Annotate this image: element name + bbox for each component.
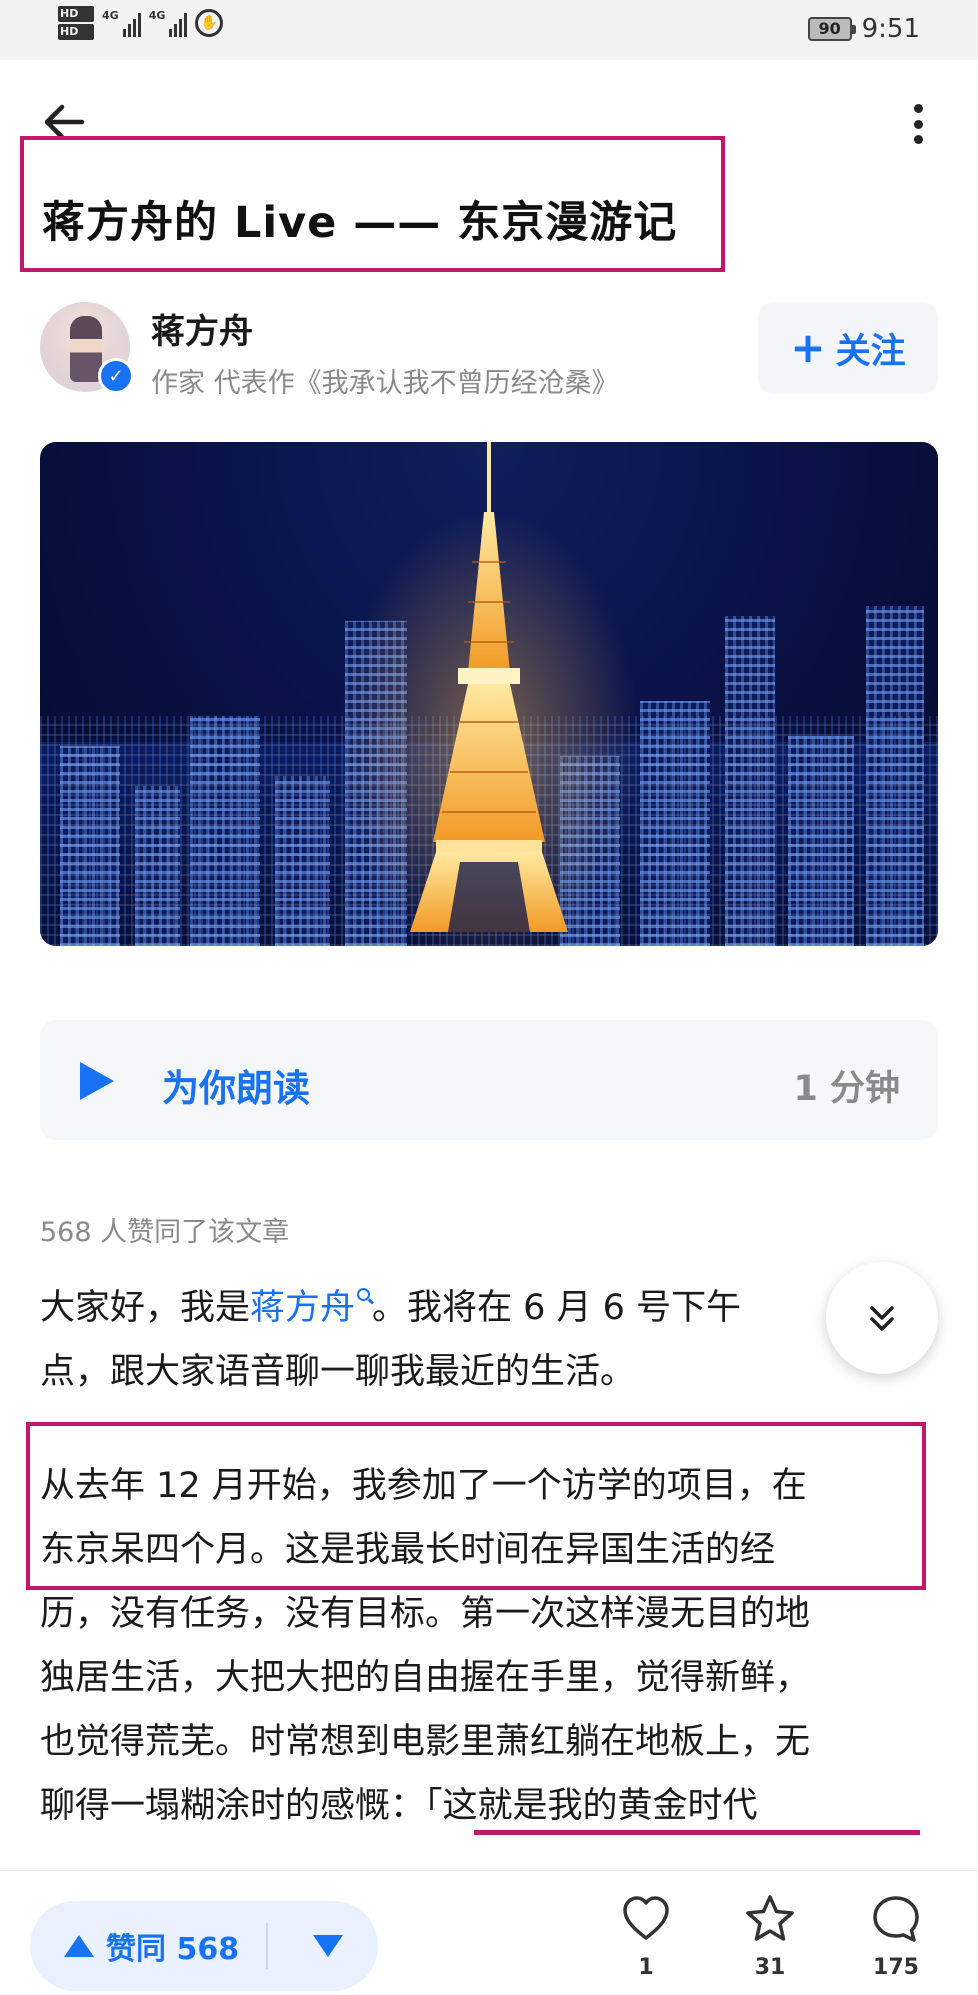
scroll-down-button[interactable]	[826, 1262, 938, 1374]
author-name[interactable]: 蒋方舟	[151, 304, 253, 353]
more-vertical-icon	[913, 104, 923, 113]
paragraph-line: 聊得一塌糊涂时的感慨：「这就是我的黄金时代	[40, 1786, 758, 1826]
paragraph-highlight-box	[26, 1422, 926, 1590]
article-title: 蒋方舟的 Live —— 东京漫游记	[42, 198, 678, 248]
paragraph-1: 大家好，我是蒋方舟 。我将在 6 月 6 号下午 点，跟大家语音聊一聊我最近的生活…	[40, 1276, 920, 1404]
plus-icon: +	[790, 323, 826, 372]
follow-button[interactable]: + 关注	[758, 302, 938, 394]
verified-badge-icon: ✓	[98, 358, 134, 394]
like-button[interactable]: 1	[606, 1893, 686, 1993]
favorite-button[interactable]: 31	[730, 1893, 810, 1993]
do-not-disturb-icon: ✋	[195, 9, 224, 37]
status-left: HD HD 4G 4G ✋	[58, 6, 224, 40]
clock: 9:51	[861, 14, 920, 44]
like-count: 1	[638, 1955, 654, 1980]
author-mention-link[interactable]: 蒋方舟	[250, 1288, 355, 1328]
vote-pill: 赞同 568	[30, 1901, 378, 1991]
avatar-figure	[70, 316, 102, 382]
more-options-button[interactable]	[900, 100, 936, 148]
follow-label: 关注	[835, 331, 906, 372]
comment-count: 175	[873, 1955, 919, 1980]
author-description: 作家 代表作《我承认我不曾历经沧桑》	[151, 368, 619, 399]
hd-indicators: HD HD	[58, 6, 94, 40]
play-icon[interactable]	[80, 1062, 114, 1100]
signal-icon: 4G	[102, 9, 141, 37]
cover-image[interactable]	[40, 442, 938, 946]
tokyo-tower-illustration	[339, 442, 639, 946]
comment-button[interactable]: 175	[856, 1893, 936, 1993]
bottom-action-bar: 赞同 568 1 31 175	[0, 1870, 978, 1995]
double-chevron-down-icon	[870, 1306, 894, 1331]
vote-divider	[266, 1923, 268, 1969]
signal-icon: 4G	[149, 9, 188, 37]
battery-icon: 90	[807, 17, 856, 41]
upvote-label: 赞同 568	[106, 1932, 240, 1967]
comment-icon	[873, 1896, 919, 1942]
quote-underline	[474, 1830, 920, 1835]
read-aloud-card[interactable]: 为你朗读 1 分钟	[40, 1020, 938, 1140]
status-bar: HD HD 4G 4G ✋ 90 9:51	[0, 0, 978, 60]
upvote-icon	[64, 1935, 94, 1957]
read-aloud-label[interactable]: 为你朗读	[162, 1058, 310, 1112]
downvote-icon	[313, 1935, 343, 1957]
read-duration: 1 分钟	[793, 1069, 900, 1109]
upvote-button[interactable]: 赞同 568	[64, 1901, 239, 1991]
paragraph-line: 历，没有任务，没有目标。第一次这样漫无目的地	[40, 1594, 811, 1634]
heart-icon	[623, 1896, 669, 1940]
paragraph-line: 点，跟大家语音聊一聊我最近的生活。	[40, 1352, 636, 1392]
status-right: 90 9:51	[807, 14, 920, 44]
favorite-count: 31	[754, 1955, 786, 1980]
paragraph-line: 也觉得荒芜。时常想到电影里萧红躺在地板上，无	[40, 1722, 811, 1762]
hd-icon: HD	[58, 24, 94, 40]
likes-summary: 568 人赞同了该文章	[40, 1217, 290, 1248]
paragraph-line: 大家好，我是蒋方舟 。我将在 6 月 6 号下午	[40, 1288, 742, 1328]
downvote-button[interactable]	[298, 1901, 358, 1991]
search-icon	[357, 1288, 371, 1301]
hd-icon: HD	[58, 6, 94, 22]
star-icon	[746, 1895, 794, 1941]
paragraph-line: 独居生活，大把大把的自由握在手里，觉得新鲜，	[40, 1658, 811, 1698]
